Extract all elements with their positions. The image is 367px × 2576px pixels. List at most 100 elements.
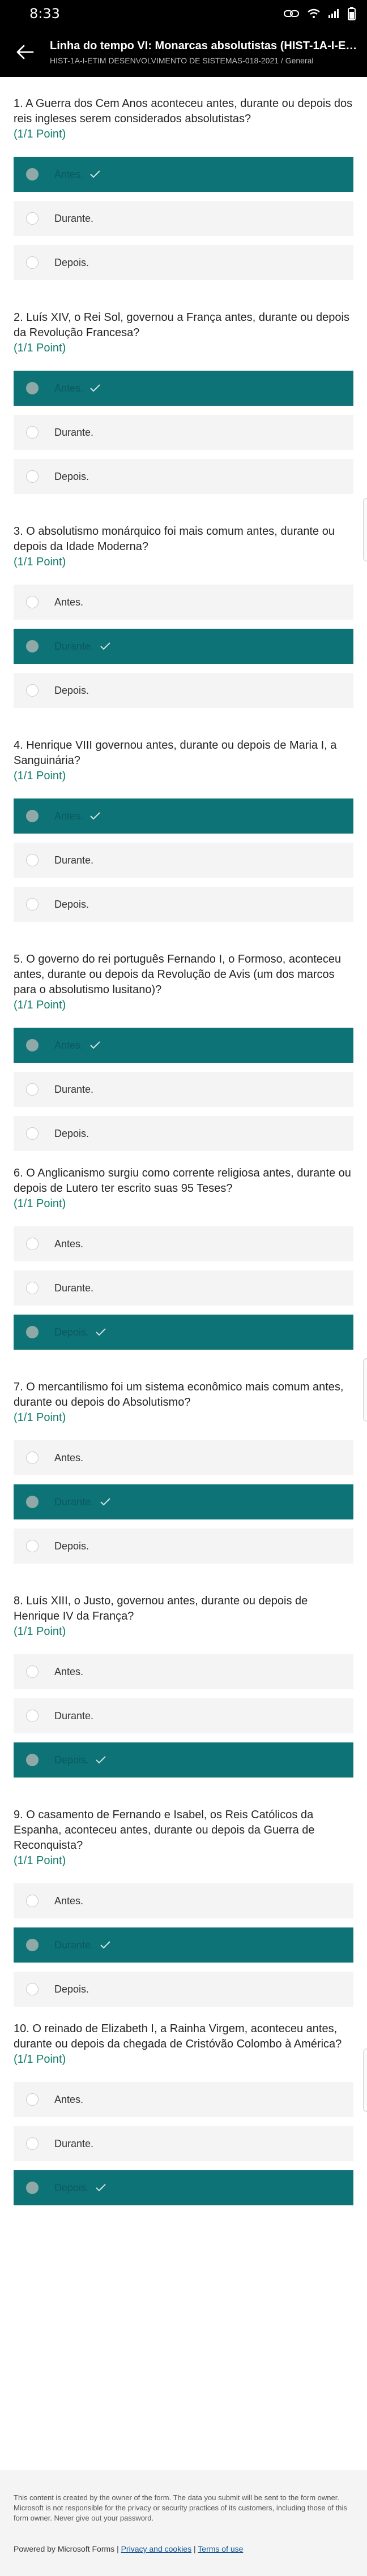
option-depois[interactable]: Depois. (14, 887, 353, 922)
radio-button[interactable] (26, 1282, 39, 1294)
option-depois[interactable]: Depois. (14, 2170, 353, 2205)
terms-link[interactable]: Terms of use (198, 2544, 243, 2553)
options-list: Antes. Durante. Depois. (14, 157, 353, 280)
question-number: 6. (14, 1167, 23, 1179)
radio-button[interactable] (26, 1039, 39, 1051)
question-number: 10. (14, 2023, 29, 2035)
footer-links: Powered by Microsoft Forms | Privacy and… (14, 2544, 353, 2554)
question-text: 2. Luís XIV, o Rei Sol, governou a Franç… (14, 310, 353, 341)
radio-button[interactable] (26, 470, 39, 483)
option-depois[interactable]: Depois. (14, 1742, 353, 1778)
option-durante[interactable]: Durante. (14, 1927, 353, 1963)
option-durante[interactable]: Durante. (14, 1484, 353, 1519)
radio-button[interactable] (26, 640, 39, 652)
option-label: Depois. (54, 470, 89, 482)
option-depois[interactable]: Depois. (14, 1315, 353, 1350)
radio-button[interactable] (26, 684, 39, 697)
radio-button[interactable] (26, 1895, 39, 1907)
options-list: Antes. Durante. Depois. (14, 1440, 353, 1564)
option-durante[interactable]: Durante. (14, 1698, 353, 1733)
option-label: Antes. (54, 810, 84, 822)
quiz-form: 1. A Guerra dos Cem Anos aconteceu antes… (0, 77, 367, 2216)
checkmark-icon (90, 812, 100, 820)
option-antes[interactable]: Antes. (14, 1654, 353, 1689)
option-label: Depois. (54, 1127, 89, 1139)
option-antes[interactable]: Antes. (14, 1226, 353, 1261)
privacy-link[interactable]: Privacy and cookies (121, 2544, 192, 2553)
options-list: Antes. Durante. Depois. (14, 1883, 353, 2007)
battery-icon (348, 7, 356, 20)
option-antes[interactable]: Antes. (14, 371, 353, 406)
radio-button[interactable] (26, 1496, 39, 1508)
side-scroll-tab[interactable] (363, 2049, 367, 2112)
back-button[interactable] (0, 27, 50, 77)
radio-button[interactable] (26, 1127, 39, 1140)
option-antes[interactable]: Antes. (14, 585, 353, 620)
question-prompt: Luís XIV, o Rei Sol, governou a França a… (14, 311, 349, 339)
option-durante[interactable]: Durante. (14, 843, 353, 878)
option-durante[interactable]: Durante. (14, 1072, 353, 1107)
option-label: Durante. (54, 1939, 94, 1951)
radio-button[interactable] (26, 2137, 39, 2150)
radio-button[interactable] (26, 854, 39, 866)
radio-button[interactable] (26, 810, 39, 822)
option-antes[interactable]: Antes. (14, 1440, 353, 1475)
question-number: 8. (14, 1595, 23, 1607)
status-icons (283, 7, 356, 20)
radio-button[interactable] (26, 426, 39, 439)
option-depois[interactable]: Depois. (14, 1972, 353, 2007)
option-antes[interactable]: Antes. (14, 2082, 353, 2117)
option-durante[interactable]: Durante. (14, 201, 353, 236)
radio-button[interactable] (26, 898, 39, 911)
option-antes[interactable]: Antes. (14, 1028, 353, 1063)
radio-button[interactable] (26, 596, 39, 608)
radio-button[interactable] (26, 1939, 39, 1951)
option-durante[interactable]: Durante. (14, 415, 353, 450)
option-depois[interactable]: Depois. (14, 673, 353, 708)
link-icon (284, 10, 299, 17)
option-antes[interactable]: Antes. (14, 1883, 353, 1918)
question-prompt: Luís XIII, o Justo, governou antes, dura… (14, 1595, 308, 1622)
question-text: 10. O reinado de Elizabeth I, a Rainha V… (14, 2021, 353, 2052)
option-label: Depois. (54, 256, 89, 268)
radio-button[interactable] (26, 168, 39, 181)
radio-button[interactable] (26, 256, 39, 269)
radio-button[interactable] (26, 1665, 39, 1678)
option-depois[interactable]: Depois. (14, 1529, 353, 1564)
radio-button[interactable] (26, 1983, 39, 1995)
radio-button[interactable] (26, 212, 39, 225)
option-antes[interactable]: Antes. (14, 798, 353, 834)
option-depois[interactable]: Depois. (14, 1116, 353, 1151)
question-points: (1/1 Point) (14, 342, 66, 354)
option-durante[interactable]: Durante. (14, 1270, 353, 1306)
radio-button[interactable] (26, 2182, 39, 2194)
question-10: 10. O reinado de Elizabeth I, a Rainha V… (14, 2002, 353, 2216)
radio-button[interactable] (26, 1540, 39, 1552)
option-durante[interactable]: Durante. (14, 629, 353, 664)
question-text: 8. Luís XIII, o Justo, governou antes, d… (14, 1594, 353, 1624)
radio-button[interactable] (26, 1754, 39, 1766)
option-label: Antes. (54, 1895, 84, 1907)
side-scroll-tab[interactable] (363, 1358, 367, 1422)
question-prompt: O Anglicanismo surgiu como corrente reli… (14, 1167, 351, 1195)
app-bar: Linha do tempo VI: Monarcas absolutistas… (0, 27, 367, 77)
option-depois[interactable]: Depois. (14, 245, 353, 280)
radio-button[interactable] (26, 1326, 39, 1338)
option-label: Durante. (54, 212, 94, 224)
options-list: Antes. Durante. Depois. (14, 798, 353, 922)
option-label: Depois. (54, 684, 89, 696)
page-subtitle: HIST-1A-I-ETIM DESENVOLVIMENTO DE SISTEM… (50, 55, 314, 65)
radio-button[interactable] (26, 1710, 39, 1722)
option-depois[interactable]: Depois. (14, 459, 353, 494)
radio-button[interactable] (26, 1238, 39, 1250)
radio-button[interactable] (26, 1083, 39, 1096)
radio-button[interactable] (26, 2093, 39, 2106)
side-scroll-tab[interactable] (363, 498, 367, 561)
radio-button[interactable] (26, 382, 39, 394)
radio-button[interactable] (26, 1452, 39, 1464)
question-number: 1. (14, 97, 23, 110)
option-antes[interactable]: Antes. (14, 157, 353, 192)
checkmark-icon (100, 1498, 110, 1506)
form-footer: This content is created by the owner of … (0, 2470, 367, 2576)
option-durante[interactable]: Durante. (14, 2126, 353, 2161)
